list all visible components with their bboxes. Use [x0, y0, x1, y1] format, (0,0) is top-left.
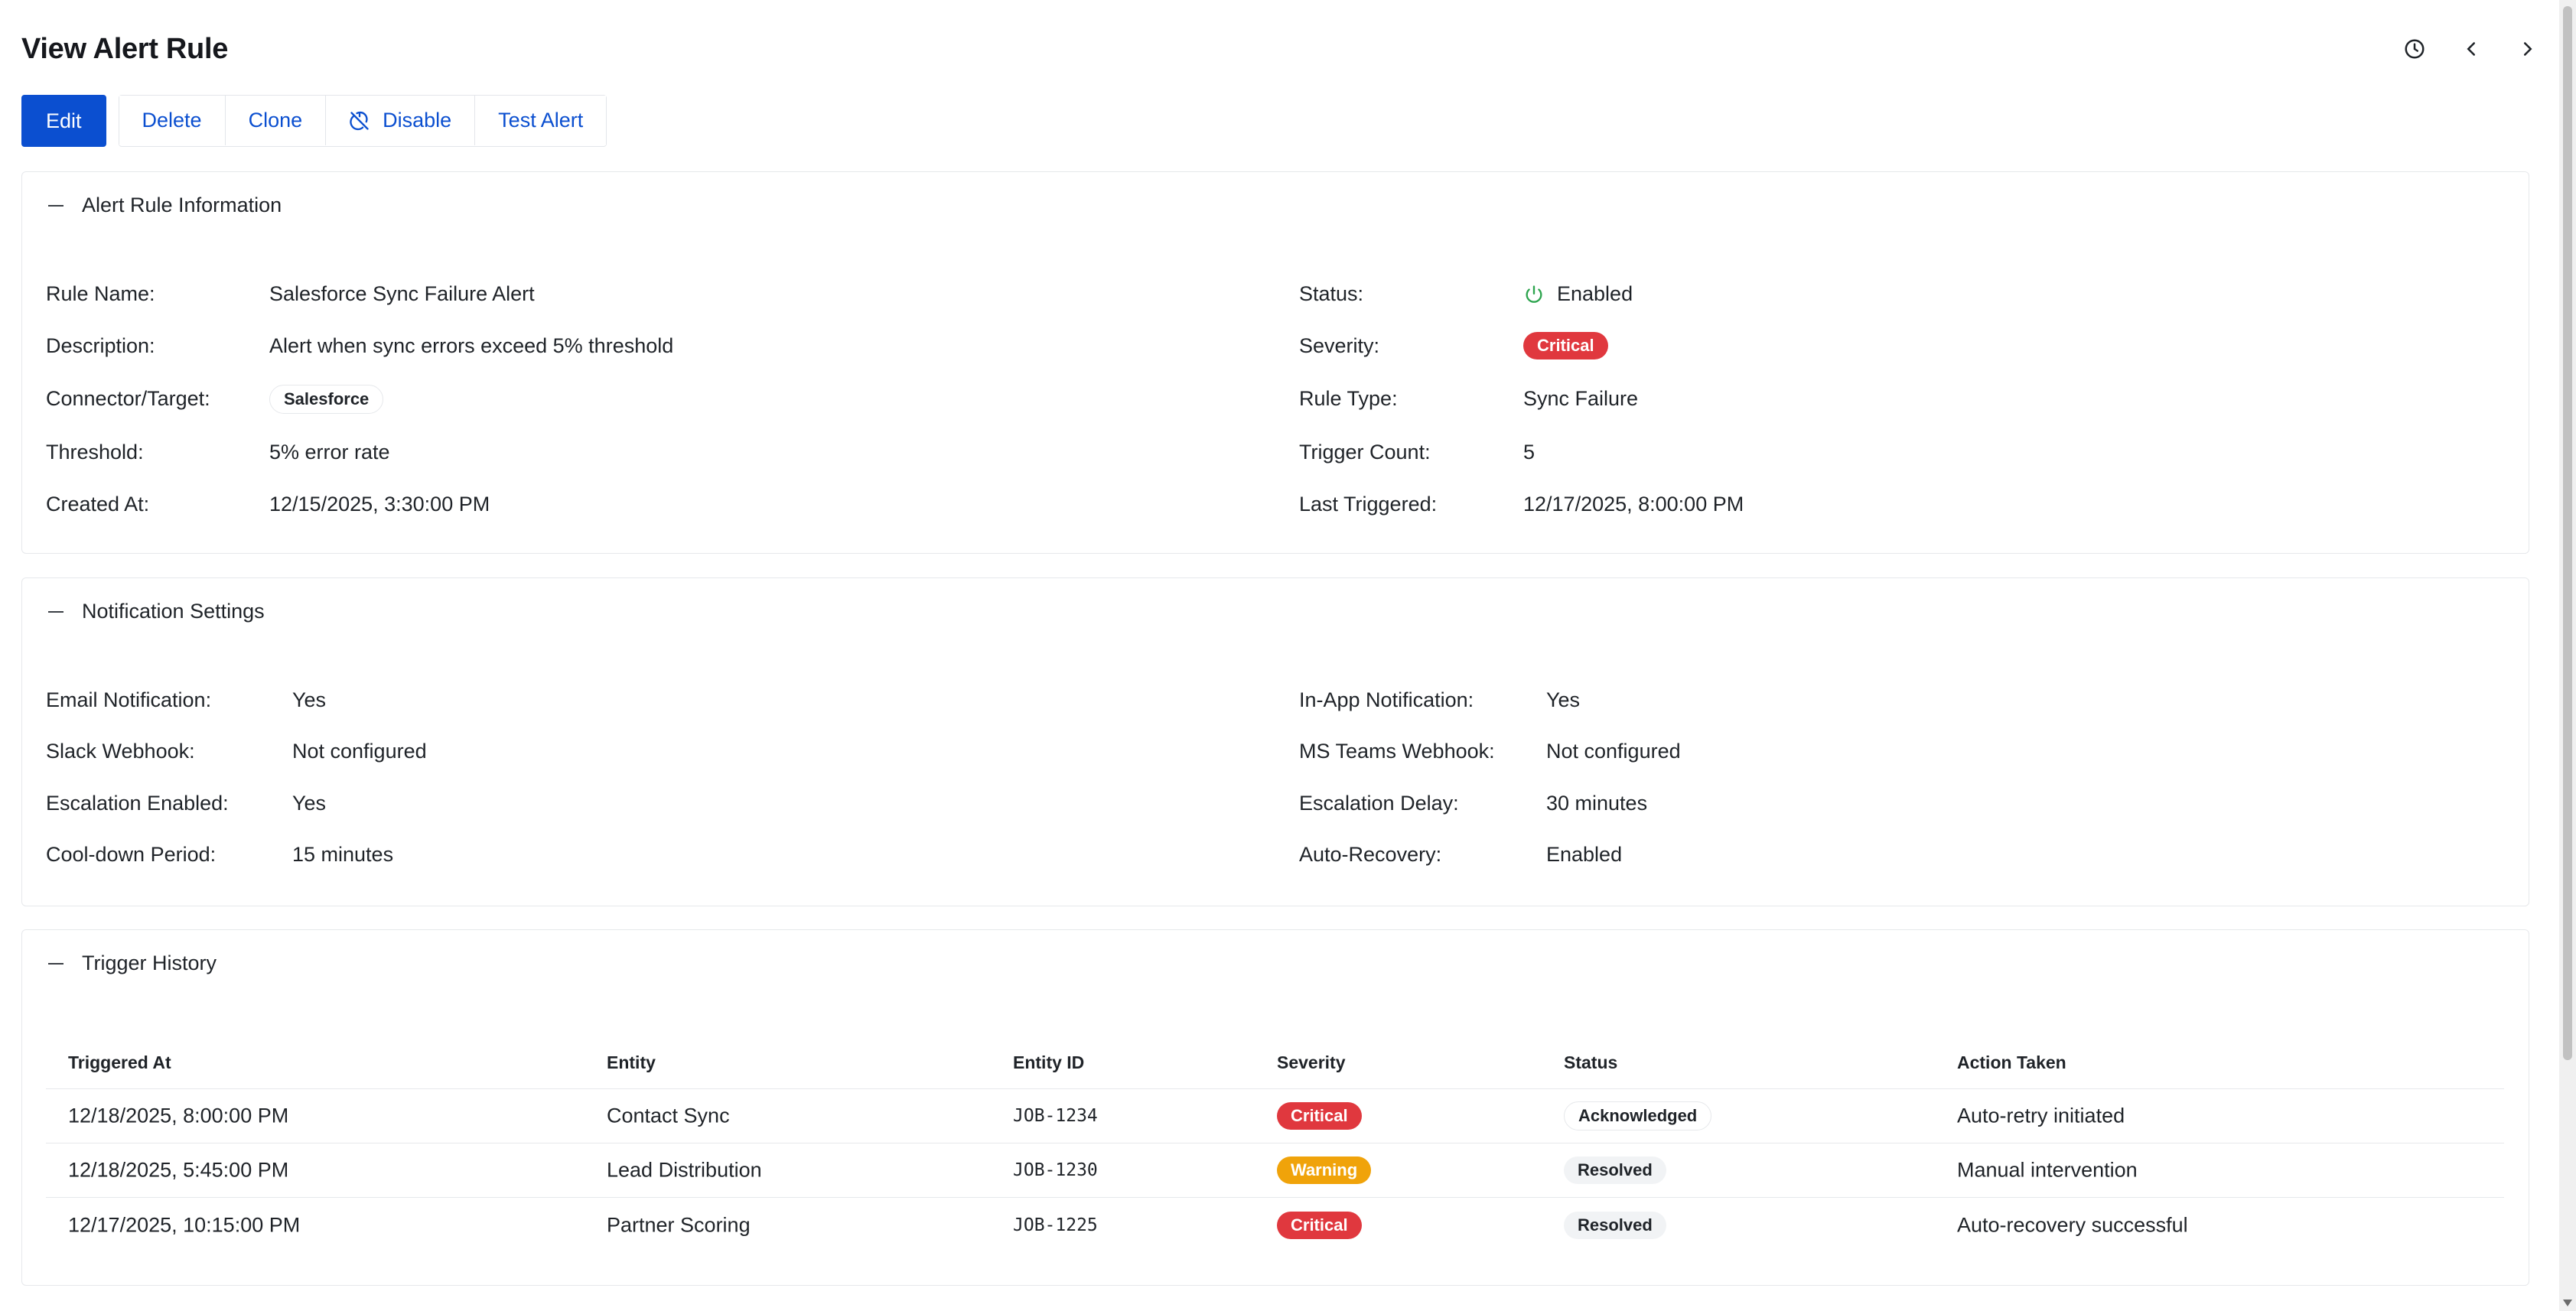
rule-type-value: Sync Failure	[1523, 387, 1639, 410]
field-label: Description:	[46, 334, 155, 357]
field-label: Status:	[1299, 282, 1364, 305]
status-chip: Resolved	[1564, 1211, 1666, 1239]
scroll-down-arrow-icon[interactable]	[2563, 1300, 2572, 1306]
field-label: Severity:	[1299, 334, 1380, 357]
field-label: Auto-Recovery:	[1299, 843, 1442, 866]
trigger-count-value: 5	[1523, 441, 1536, 464]
status-value: Enabled	[1557, 282, 1633, 305]
bell-off-icon	[350, 111, 369, 130]
field-label: MS Teams Webhook:	[1299, 740, 1495, 763]
slack-webhook-value: Not configured	[292, 740, 427, 763]
field-label: Email Notification:	[46, 688, 212, 711]
minus-icon	[47, 955, 65, 973]
action-taken-cell: Manual intervention	[1957, 1158, 2138, 1182]
header: View Alert Rule	[21, 29, 2532, 69]
triggered-at-cell: 12/18/2025, 8:00:00 PM	[68, 1104, 289, 1127]
field-label: In-App Notification:	[1299, 688, 1474, 711]
card-title: Trigger History	[82, 952, 217, 974]
entity-cell: Lead Distribution	[607, 1158, 762, 1182]
test-alert-button[interactable]: Test Alert	[474, 96, 607, 145]
email-notification-value: Yes	[292, 688, 327, 711]
field-label: Escalation Delay:	[1299, 792, 1459, 815]
clone-button[interactable]: Clone	[224, 96, 326, 145]
table-row[interactable]: 12/18/2025, 5:45:00 PM Lead Distribution…	[46, 1143, 2504, 1198]
triggered-at-cell: 12/18/2025, 5:45:00 PM	[68, 1158, 289, 1182]
column-header: Action Taken	[1957, 1052, 2066, 1072]
card-title: Alert Rule Information	[82, 194, 282, 216]
entity-cell: Contact Sync	[607, 1104, 730, 1127]
trigger-history-toggle[interactable]: Trigger History	[47, 952, 217, 975]
triggered-at-cell: 12/17/2025, 10:15:00 PM	[68, 1213, 301, 1236]
cooldown-period-value: 15 minutes	[292, 843, 394, 866]
toolbar: Edit Delete Clone Disable Test Alert	[21, 95, 607, 147]
edit-button[interactable]: Edit	[21, 95, 106, 147]
entity-cell: Partner Scoring	[607, 1213, 751, 1236]
rule-name-value: Salesforce Sync Failure Alert	[269, 282, 535, 305]
disable-button[interactable]: Disable	[325, 96, 475, 145]
ms-teams-webhook-value: Not configured	[1546, 740, 1681, 763]
alert-rule-info-toggle[interactable]: Alert Rule Information	[47, 194, 282, 217]
status-chip: Resolved	[1564, 1156, 1666, 1184]
field-label: Connector/Target:	[46, 387, 210, 410]
entity-id-cell: JOB-1230	[1013, 1160, 1098, 1180]
table-row[interactable]: 12/18/2025, 8:00:00 PM Contact Sync JOB-…	[46, 1089, 2504, 1143]
column-header: Status	[1564, 1052, 1618, 1072]
field-label: Slack Webhook:	[46, 740, 195, 763]
chevron-right-icon[interactable]	[2511, 32, 2545, 66]
threshold-value: 5% error rate	[269, 441, 390, 464]
entity-id-cell: JOB-1234	[1013, 1106, 1098, 1126]
header-actions	[2398, 32, 2545, 66]
trigger-history-table: Triggered At Entity Entity ID Severity S…	[46, 1046, 2504, 1252]
field-label: Cool-down Period:	[46, 843, 217, 866]
table-row[interactable]: 12/17/2025, 10:15:00 PM Partner Scoring …	[46, 1198, 2504, 1252]
auto-recovery-value: Enabled	[1546, 843, 1623, 866]
card-title: Notification Settings	[82, 600, 265, 623]
field-label: Created At:	[46, 493, 150, 516]
field-label: Rule Name:	[46, 282, 155, 305]
connector-chip: Salesforce	[269, 385, 384, 414]
field-label: Trigger Count:	[1299, 441, 1431, 464]
column-header: Entity	[607, 1052, 656, 1072]
column-header: Entity ID	[1013, 1052, 1085, 1072]
severity-badge: Warning	[1277, 1156, 1372, 1184]
disable-label: Disable	[383, 109, 452, 132]
action-taken-cell: Auto-recovery successful	[1957, 1213, 2188, 1236]
field-label: Last Triggered:	[1299, 493, 1438, 516]
field-label: Threshold:	[46, 441, 144, 464]
minus-icon	[47, 197, 65, 215]
chevron-left-icon[interactable]	[2454, 32, 2488, 66]
history-icon[interactable]	[2398, 32, 2431, 66]
table-header-row: Triggered At Entity Entity ID Severity S…	[46, 1046, 2504, 1089]
status-chip: Acknowledged	[1564, 1101, 1712, 1130]
last-triggered-value: 12/17/2025, 8:00:00 PM	[1523, 493, 1744, 516]
escalation-enabled-value: Yes	[292, 792, 327, 815]
action-taken-cell: Auto-retry initiated	[1957, 1104, 2125, 1127]
page-title: View Alert Rule	[21, 33, 229, 65]
minus-icon	[47, 603, 65, 621]
description-value: Alert when sync errors exceed 5% thresho…	[269, 334, 674, 357]
severity-badge: Critical	[1277, 1211, 1362, 1239]
notification-settings-toggle[interactable]: Notification Settings	[47, 600, 265, 623]
power-icon	[1526, 285, 1542, 303]
entity-id-cell: JOB-1225	[1013, 1215, 1098, 1235]
created-at-value: 12/15/2025, 3:30:00 PM	[269, 493, 490, 516]
column-header: Triggered At	[68, 1052, 171, 1072]
notification-settings-card: Notification Settings Email Notification…	[21, 577, 2529, 906]
field-label: Escalation Enabled:	[46, 792, 229, 815]
alert-rule-info-card: Alert Rule Information Rule Name: Salesf…	[21, 171, 2529, 554]
severity-badge: Critical	[1277, 1102, 1362, 1130]
trigger-history-card: Trigger History Triggered At Entity Enti…	[21, 929, 2529, 1286]
field-label: Rule Type:	[1299, 387, 1398, 410]
delete-button[interactable]: Delete	[119, 96, 225, 145]
column-header: Severity	[1277, 1052, 1346, 1072]
action-button-group: Delete Clone Disable Test Alert	[118, 95, 607, 147]
vertical-scrollbar[interactable]	[2559, 0, 2576, 1311]
severity-badge: Critical	[1523, 332, 1608, 359]
escalation-delay-value: 30 minutes	[1546, 792, 1648, 815]
in-app-notification-value: Yes	[1546, 688, 1581, 711]
scrollbar-thumb[interactable]	[2563, 6, 2572, 1060]
